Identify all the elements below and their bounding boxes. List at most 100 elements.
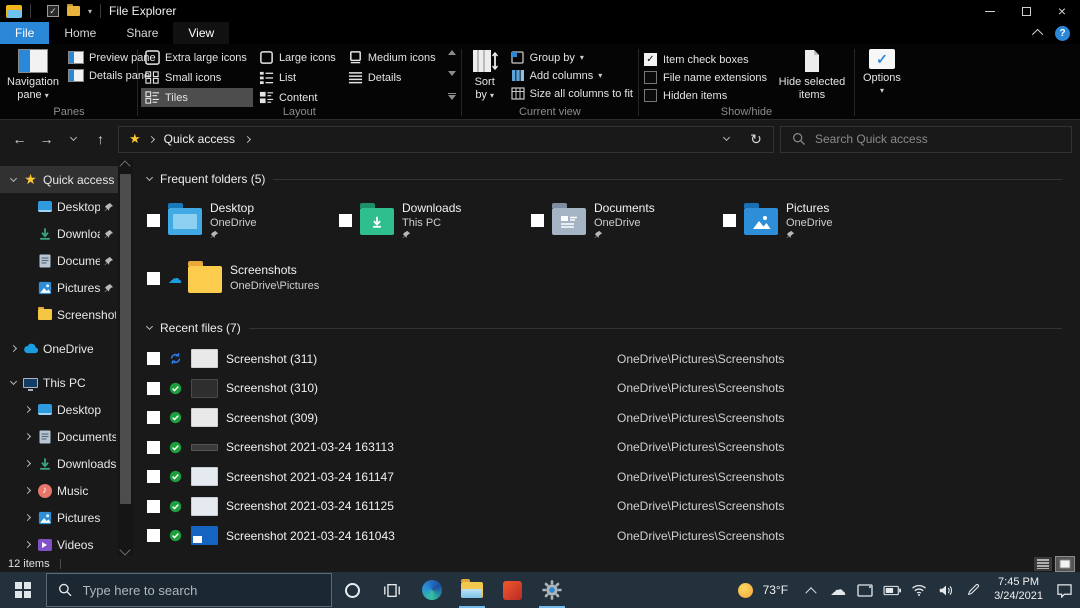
breadcrumb[interactable]: Quick access xyxy=(156,132,243,146)
forward-button[interactable]: → xyxy=(33,126,60,152)
chevron-right-icon[interactable] xyxy=(22,488,32,493)
sidebar-item-this-pc[interactable]: This PC xyxy=(0,369,118,396)
layout-tiles[interactable]: Tiles xyxy=(141,88,253,107)
item-check-boxes-checkbox[interactable]: ✓ Item check boxes xyxy=(640,52,771,67)
file-row[interactable]: Screenshot 2021-03-24 161125 OneDrive\Pi… xyxy=(147,492,1080,522)
volume-icon[interactable] xyxy=(936,572,956,608)
sidebar-item-pictures[interactable]: Pictures xyxy=(0,274,118,301)
sidebar-item-pc-pictures[interactable]: Pictures xyxy=(0,504,118,531)
battery-icon[interactable] xyxy=(882,572,902,608)
sidebar-item-music[interactable]: ♪ Music xyxy=(0,477,118,504)
collapse-section-icon[interactable] xyxy=(146,323,153,330)
tile-pictures[interactable]: Pictures OneDrive xyxy=(723,197,915,243)
item-checkbox[interactable] xyxy=(147,529,160,542)
tab-home[interactable]: Home xyxy=(49,22,111,44)
file-explorer-taskbar-button[interactable] xyxy=(452,572,492,608)
onedrive-tray-icon[interactable]: ☁ xyxy=(828,572,848,608)
sidebar-item-quick-access[interactable]: ★ Quick access xyxy=(0,166,118,193)
item-checkbox[interactable] xyxy=(147,500,160,513)
tab-file[interactable]: File xyxy=(0,22,49,44)
customize-toolbar-dropdown-icon[interactable]: ▾ xyxy=(88,7,92,16)
file-row[interactable]: Screenshot 2021-03-24 163113 OneDrive\Pi… xyxy=(147,433,1080,463)
item-checkbox[interactable] xyxy=(339,214,352,227)
gallery-scroll-up-icon[interactable] xyxy=(448,50,456,55)
close-button[interactable]: × xyxy=(1044,0,1080,22)
scrollbar-thumb[interactable] xyxy=(120,174,131,504)
layout-extra-large-icons[interactable]: Extra large icons xyxy=(141,48,253,67)
layout-details[interactable]: Details xyxy=(344,68,442,87)
address-dropdown-button[interactable] xyxy=(713,127,739,152)
layout-large-icons[interactable]: Large icons xyxy=(255,48,342,67)
group-by-button[interactable]: Group by ▾ xyxy=(507,50,637,65)
refresh-button[interactable]: ↻ xyxy=(743,127,769,152)
action-center-button[interactable] xyxy=(1054,572,1074,608)
address-bar[interactable]: ★ Quick access ↻ xyxy=(118,126,774,153)
sort-by-button[interactable]: Sort by ▾ xyxy=(463,46,507,104)
start-button[interactable] xyxy=(0,572,46,608)
taskbar-search[interactable] xyxy=(46,573,332,607)
item-checkbox[interactable] xyxy=(147,352,160,365)
file-row[interactable]: Screenshot (309) OneDrive\Pictures\Scree… xyxy=(147,403,1080,433)
sidebar-item-desktop[interactable]: Desktop xyxy=(0,193,118,220)
chevron-right-icon[interactable] xyxy=(22,461,32,466)
item-checkbox[interactable] xyxy=(147,441,160,454)
taskbar-search-input[interactable] xyxy=(83,583,321,598)
explorer-search[interactable] xyxy=(780,126,1072,153)
recent-files-header[interactable]: Recent files (7) xyxy=(147,317,1080,339)
taskbar-clock[interactable]: 7:45 PM 3/24/2021 xyxy=(990,576,1047,604)
sidebar-item-documents[interactable]: Documents xyxy=(0,247,118,274)
wifi-icon[interactable] xyxy=(909,572,929,608)
collapse-section-icon[interactable] xyxy=(146,174,153,181)
show-hidden-icons-chevron[interactable] xyxy=(801,572,821,608)
tile-downloads[interactable]: Downloads This PC xyxy=(339,197,531,243)
weather-temperature[interactable]: 73°F xyxy=(763,572,788,608)
pen-icon[interactable] xyxy=(963,572,983,608)
tile-documents[interactable]: Documents OneDrive xyxy=(531,197,723,243)
edge-button[interactable] xyxy=(412,572,452,608)
settings-taskbar-button[interactable] xyxy=(532,572,572,608)
sidebar-item-onedrive[interactable]: OneDrive xyxy=(0,335,118,362)
back-button[interactable]: ← xyxy=(6,126,33,152)
tab-share[interactable]: Share xyxy=(111,22,173,44)
file-row[interactable]: Screenshot 2021-03-24 161147 OneDrive\Pi… xyxy=(147,462,1080,492)
help-icon[interactable]: ? xyxy=(1055,26,1070,41)
properties-icon[interactable]: ✓ xyxy=(47,5,59,17)
sidebar-item-pc-desktop[interactable]: Desktop xyxy=(0,396,118,423)
file-row[interactable]: Screenshot 2021-03-24 161043 OneDrive\Pi… xyxy=(147,521,1080,551)
item-checkbox[interactable] xyxy=(147,470,160,483)
file-name-extensions-checkbox[interactable]: File name extensions xyxy=(640,70,771,85)
frequent-folders-header[interactable]: Frequent folders (5) xyxy=(147,168,1080,190)
item-checkbox[interactable] xyxy=(147,272,160,285)
chevron-down-icon[interactable] xyxy=(8,179,18,181)
layout-list[interactable]: List xyxy=(255,68,342,87)
tile-screenshots[interactable]: ☁ Screenshots OneDrive\Pictures xyxy=(147,255,339,301)
chevron-right-icon[interactable] xyxy=(8,346,18,351)
chevron-right-icon[interactable] xyxy=(22,515,32,520)
hide-selected-items-button[interactable]: Hide selected items xyxy=(771,46,853,104)
search-input[interactable] xyxy=(815,132,1060,146)
layout-medium-icons[interactable]: Medium icons xyxy=(344,48,442,67)
chevron-down-icon[interactable] xyxy=(8,382,18,384)
cortana-button[interactable] xyxy=(332,572,372,608)
collapse-ribbon-icon[interactable] xyxy=(1032,29,1043,40)
weather-icon[interactable] xyxy=(736,572,756,608)
gallery-scroll-down-icon[interactable] xyxy=(448,71,456,76)
sidebar-item-pc-downloads[interactable]: Downloads xyxy=(0,450,118,477)
options-button[interactable]: ✓ Options ▾ xyxy=(856,46,908,98)
up-button[interactable]: ↑ xyxy=(87,126,114,152)
recent-locations-dropdown[interactable] xyxy=(60,126,87,152)
sidebar-item-downloads[interactable]: Downloads xyxy=(0,220,118,247)
item-checkbox[interactable] xyxy=(147,382,160,395)
file-row[interactable]: Screenshot (310) OneDrive\Pictures\Scree… xyxy=(147,374,1080,404)
chevron-right-icon[interactable] xyxy=(22,407,32,412)
layout-small-icons[interactable]: Small icons xyxy=(141,68,253,87)
add-columns-button[interactable]: Add columns ▾ xyxy=(507,68,637,83)
tab-view[interactable]: View xyxy=(173,22,229,44)
scrollbar[interactable] xyxy=(118,160,133,556)
scroll-up-icon[interactable] xyxy=(119,160,130,171)
details-view-toggle[interactable] xyxy=(1034,557,1052,571)
maximize-button[interactable] xyxy=(1008,0,1044,22)
item-checkbox[interactable] xyxy=(147,214,160,227)
size-all-columns-button[interactable]: Size all columns to fit xyxy=(507,86,637,101)
chevron-right-icon[interactable] xyxy=(22,434,32,439)
